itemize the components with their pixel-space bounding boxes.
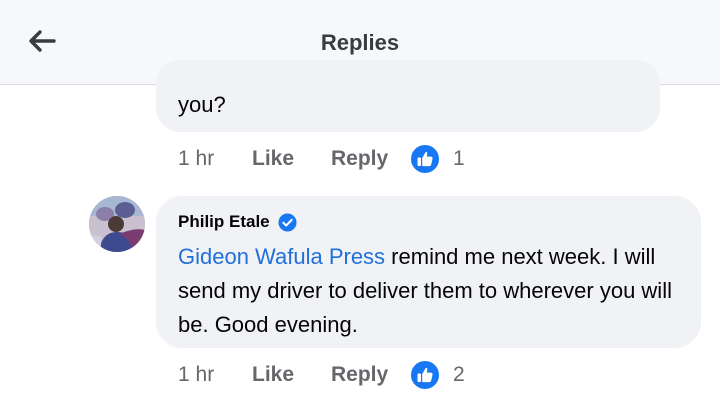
avatar[interactable] bbox=[89, 196, 145, 252]
previous-comment-text: you? bbox=[178, 92, 226, 117]
reply-button[interactable]: Reply bbox=[331, 147, 409, 171]
reaction-count[interactable]: 2 bbox=[453, 363, 465, 387]
like-button[interactable]: Like bbox=[252, 363, 331, 387]
like-button[interactable]: Like bbox=[252, 147, 331, 171]
comment-timestamp: 1 hr bbox=[178, 363, 215, 386]
mention-link[interactable]: Gideon Wafula Press bbox=[178, 244, 385, 269]
thumbs-up-icon[interactable] bbox=[409, 143, 441, 175]
comment-timestamp: 1 hr bbox=[178, 147, 215, 170]
comment-body: Gideon Wafula Press remind me next week.… bbox=[178, 240, 690, 342]
comment-author[interactable]: Philip Etale bbox=[178, 212, 297, 232]
reaction-count[interactable]: 1 bbox=[453, 147, 465, 171]
previous-comment-bubble[interactable] bbox=[156, 60, 660, 132]
verified-badge-icon bbox=[278, 212, 297, 232]
previous-comment-actions: 1 hr Like Reply 1 bbox=[178, 143, 465, 175]
reply-button[interactable]: Reply bbox=[331, 363, 409, 387]
author-name[interactable]: Philip Etale bbox=[178, 212, 270, 232]
reply-comment-actions: 1 hr Like Reply 2 bbox=[178, 359, 465, 391]
thumbs-up-icon[interactable] bbox=[409, 359, 441, 391]
page-title: Replies bbox=[320, 30, 400, 55]
